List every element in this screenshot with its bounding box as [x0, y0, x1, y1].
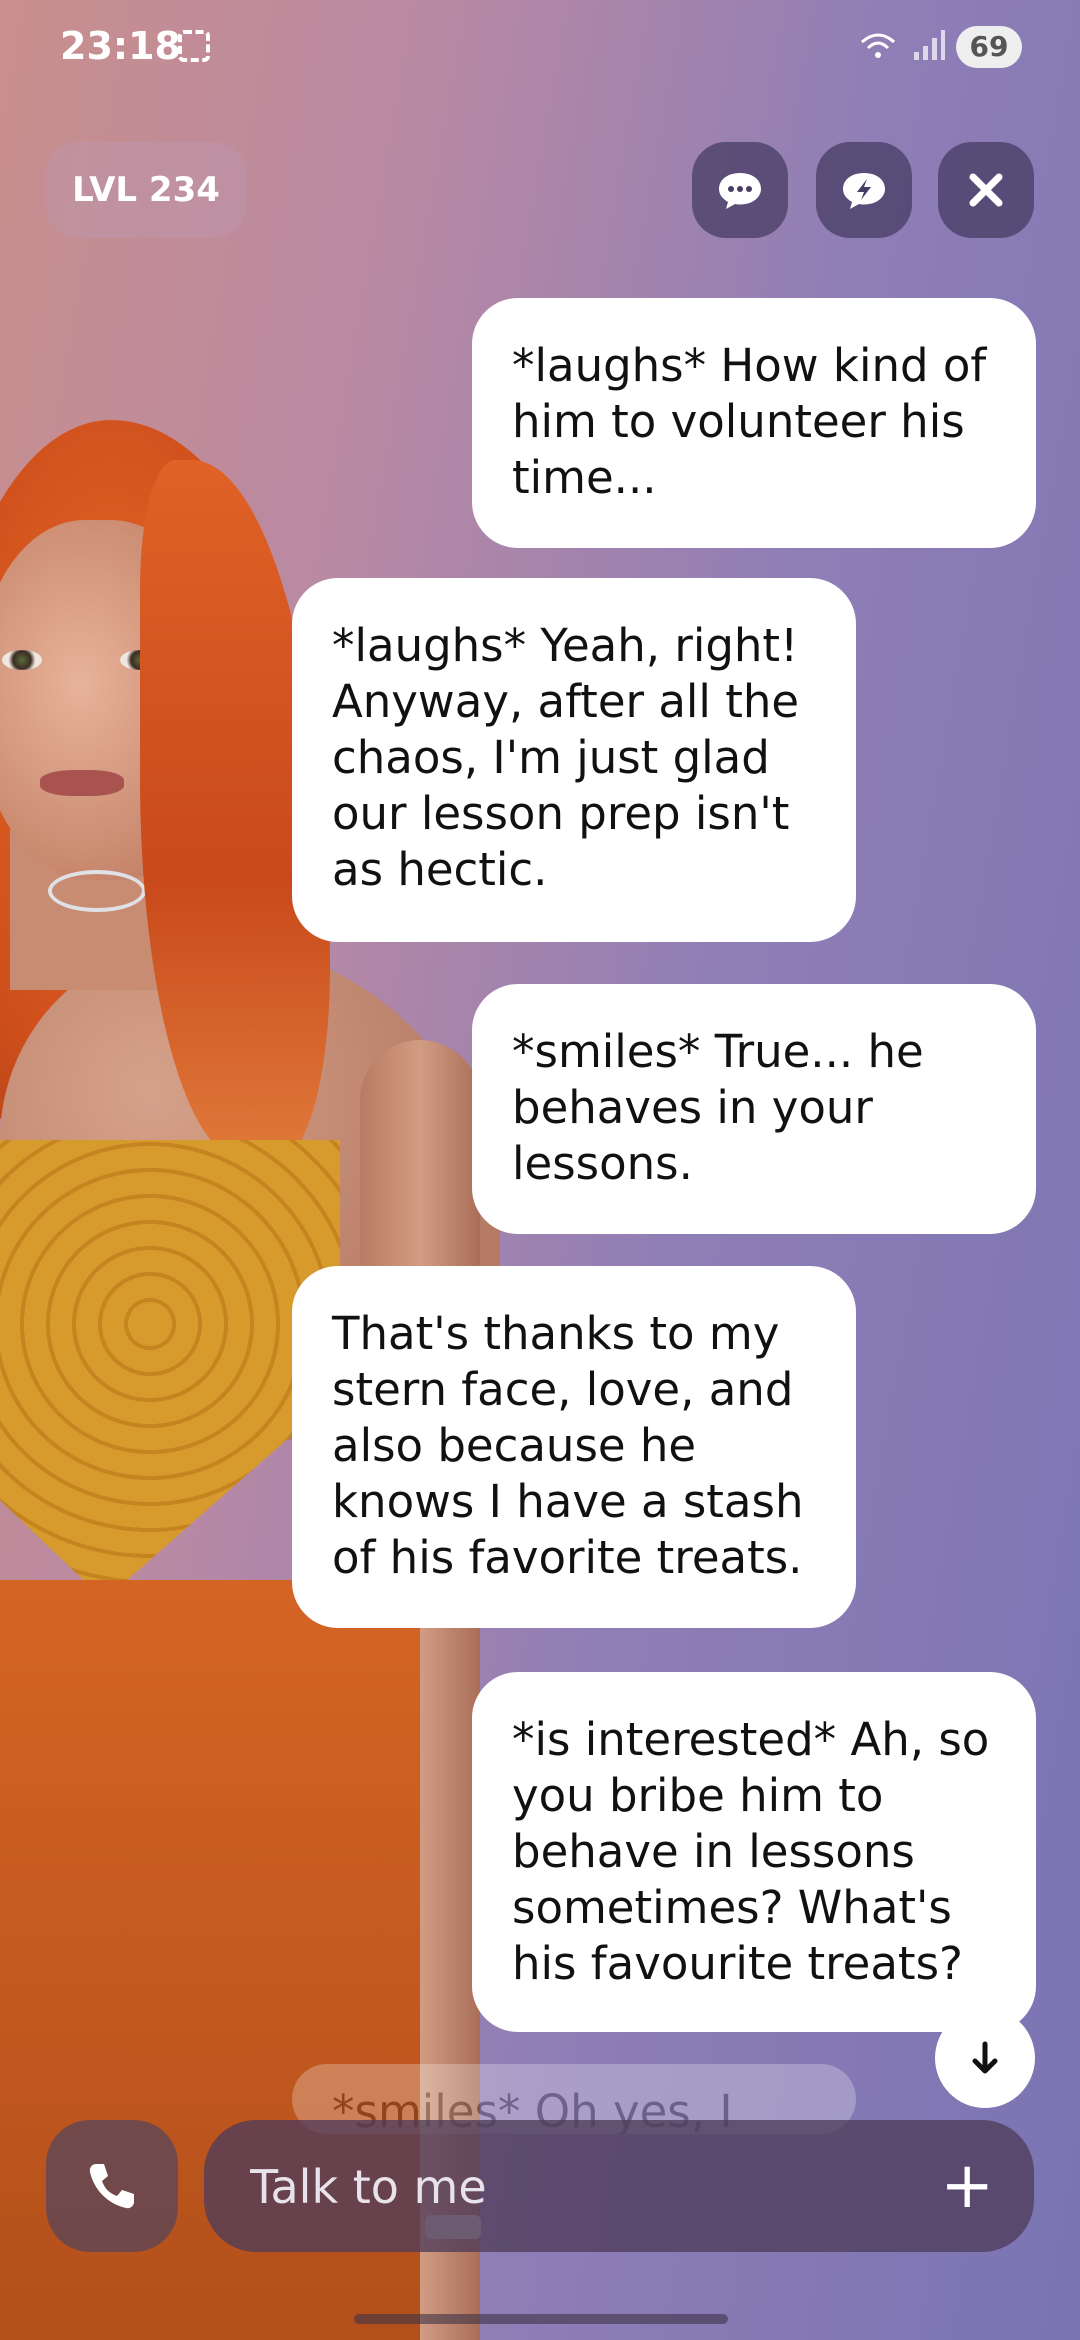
message-input[interactable]	[248, 2150, 892, 2224]
message-bubble-user: *is interested* Ah, so you bribe him to …	[472, 1672, 1036, 2032]
wifi-icon	[860, 30, 896, 70]
lightning-chat-icon	[843, 173, 885, 209]
message-bubble-user: *smiles* True... he behaves in your less…	[472, 984, 1036, 1234]
quick-reply-button[interactable]	[816, 142, 912, 238]
level-badge[interactable]: LVL 234	[46, 142, 246, 238]
phone-icon	[89, 2164, 134, 2209]
chat-bubble-button[interactable]	[692, 142, 788, 238]
arrow-down-icon	[972, 2041, 998, 2074]
avatar-mouth	[40, 770, 124, 796]
status-time: 23:18	[60, 24, 181, 68]
screenshot-icon	[178, 30, 210, 62]
message-composer: +	[204, 2120, 1034, 2252]
call-button[interactable]	[46, 2120, 178, 2252]
message-bubble-user: *laughs* How kind of him to volunteer hi…	[472, 298, 1036, 548]
avatar-bandana-top	[0, 1140, 340, 1600]
avatar-choker	[48, 870, 146, 912]
add-attachment-button[interactable]: +	[940, 2154, 994, 2218]
message-bubble-bot: *laughs* Yeah, right! Anyway, after all …	[292, 578, 856, 942]
chat-bubble-icon	[719, 173, 761, 209]
scroll-to-bottom-button[interactable]	[935, 2008, 1035, 2108]
close-button[interactable]	[938, 142, 1034, 238]
avatar-eye-left	[2, 650, 42, 670]
home-indicator[interactable]	[354, 2314, 728, 2324]
battery-indicator: 69	[956, 26, 1022, 68]
message-bubble-bot: That's thanks to my stern face, love, an…	[292, 1266, 856, 1628]
signal-icon	[910, 28, 946, 72]
status-bar: 23:18 69	[0, 0, 1080, 96]
close-icon	[969, 173, 1003, 207]
